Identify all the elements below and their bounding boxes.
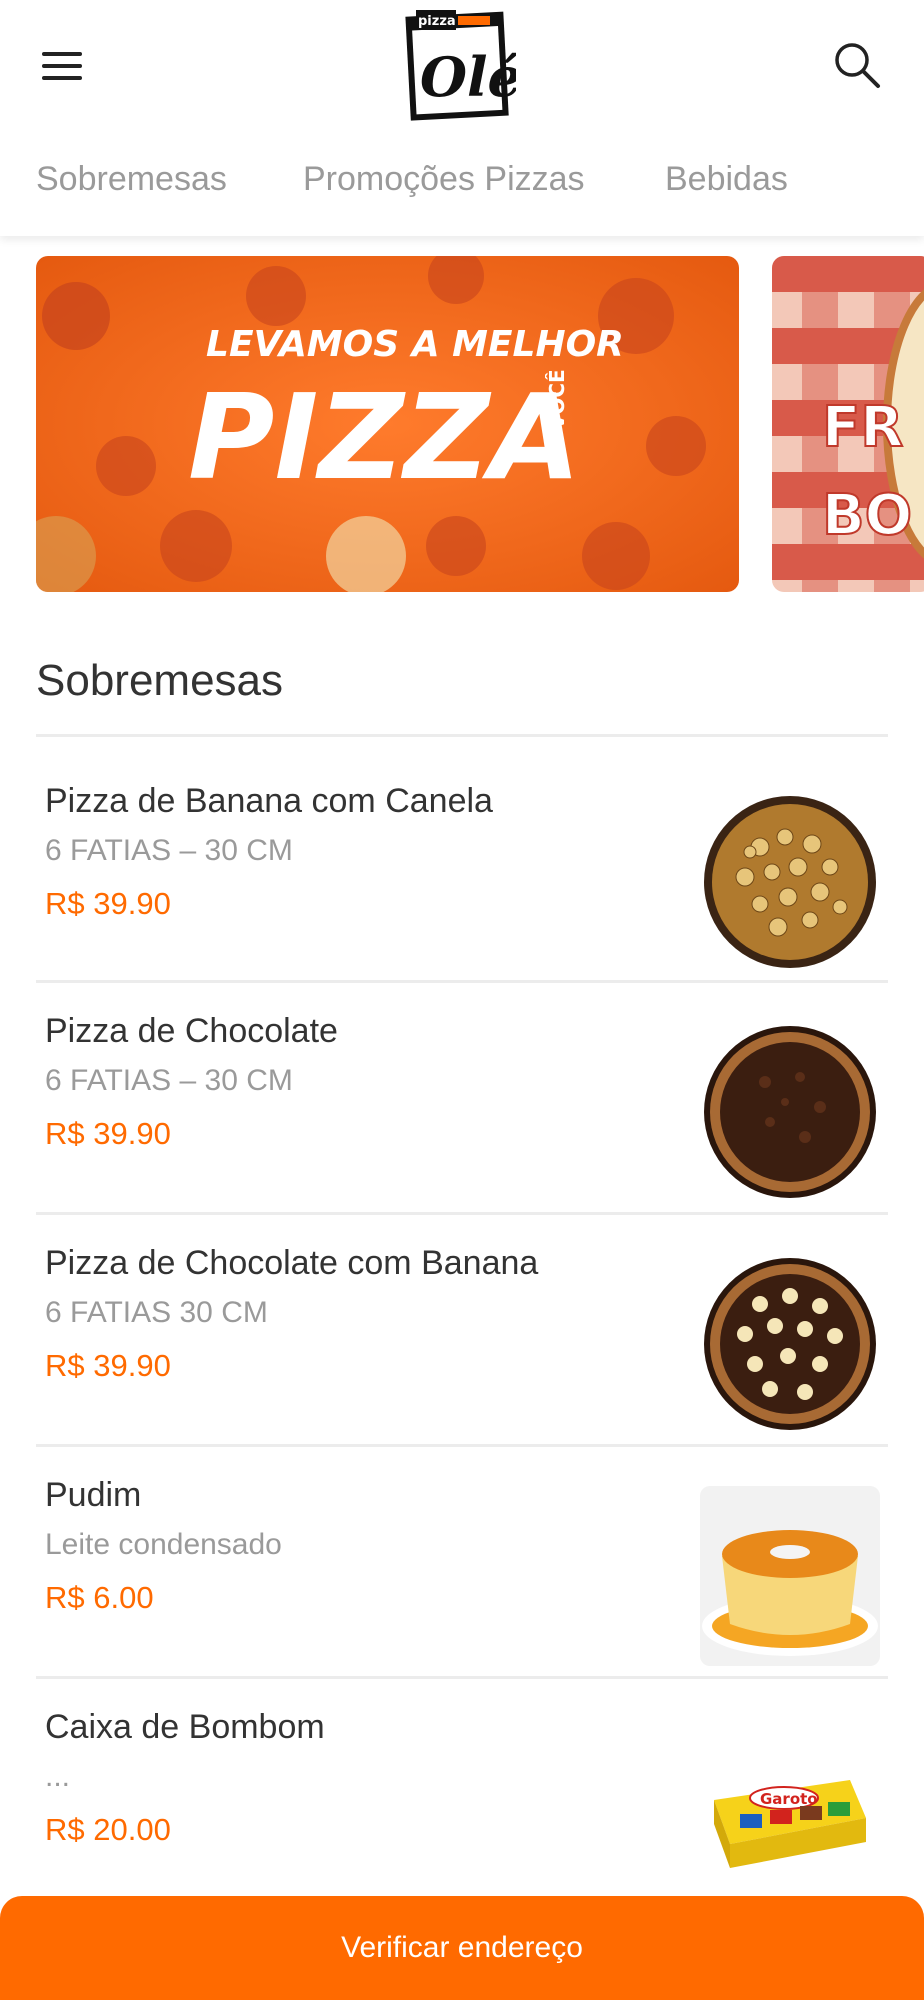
pizza-ole-logo: pizza Olé <box>405 10 516 121</box>
pizza-chocolate-banana-image <box>704 1258 876 1430</box>
item-description: 6 FATIAS – 30 CM <box>45 834 293 867</box>
tab-sobremesas[interactable]: Sobremesas <box>36 160 227 199</box>
item-price: R$ 39.90 <box>45 886 171 921</box>
promo-carousel[interactable]: LEVAMOS A MELHOR PIZZA ATÉ VOCÊ FR BO <box>0 256 924 592</box>
item-name: Pizza de Banana com Canela <box>45 782 493 820</box>
chocolate-box-image: Garoto <box>714 1780 866 1868</box>
app-header: pizza Olé Sobremesas Promoções Pizzas Be… <box>0 0 924 236</box>
item-name: Pizza de Chocolate <box>45 1012 338 1050</box>
item-description: 6 FATIAS 30 CM <box>45 1296 268 1329</box>
item-description: 6 FATIAS – 30 CM <box>45 1064 293 1097</box>
svg-text:FR: FR <box>822 395 903 460</box>
section-title: Sobremesas <box>36 656 284 705</box>
tab-promocoes-pizzas[interactable]: Promoções Pizzas <box>303 160 585 199</box>
promo-banner-second[interactable]: FR BO <box>772 256 924 592</box>
item-price: R$ 20.00 <box>45 1812 171 1847</box>
item-description: Leite condensado <box>45 1528 282 1561</box>
menu-icon[interactable] <box>36 44 88 88</box>
item-price: R$ 39.90 <box>45 1348 171 1383</box>
menu-item-pizza-banana-canela[interactable]: Pizza de Banana com Canela 6 FATIAS – 30… <box>36 752 888 982</box>
category-tabs: Sobremesas Promoções Pizzas Bebidas <box>0 150 924 220</box>
item-price: R$ 6.00 <box>45 1580 154 1615</box>
search-icon[interactable] <box>830 38 884 92</box>
pizza-chocolate-image <box>704 1026 876 1198</box>
item-name: Pizza de Chocolate com Banana <box>45 1244 539 1282</box>
svg-text:Olé: Olé <box>420 45 516 109</box>
svg-text:LEVAMOS A MELHOR: LEVAMOS A MELHOR <box>206 324 624 365</box>
svg-text:ATÉ VOCÊ: ATÉ VOCÊ <box>545 369 569 478</box>
item-description: ... <box>45 1760 71 1793</box>
svg-text:pizza: pizza <box>418 14 456 29</box>
pizza-banana-image <box>704 796 876 968</box>
menu-item-pudim[interactable]: Pudim Leite condensado R$ 6.00 <box>36 1446 888 1676</box>
checkered-banner-image: FR BO <box>772 256 924 592</box>
item-price: R$ 39.90 <box>45 1116 171 1151</box>
pudim-image <box>700 1486 880 1666</box>
menu-item-pizza-chocolate[interactable]: Pizza de Chocolate 6 FATIAS – 30 CM R$ 3… <box>36 982 888 1212</box>
verify-address-button[interactable]: Verificar endereço <box>0 1896 924 2000</box>
pizza-banner-image: LEVAMOS A MELHOR PIZZA ATÉ VOCÊ <box>36 256 739 592</box>
item-name: Pudim <box>45 1476 142 1514</box>
svg-text:Garoto: Garoto <box>760 1790 818 1808</box>
divider <box>36 734 888 737</box>
tab-bebidas[interactable]: Bebidas <box>665 160 788 199</box>
item-name: Caixa de Bombom <box>45 1708 325 1746</box>
menu-item-pizza-chocolate-banana[interactable]: Pizza de Chocolate com Banana 6 FATIAS 3… <box>36 1214 888 1444</box>
svg-text:BO: BO <box>822 483 912 548</box>
svg-text:PIZZA: PIZZA <box>188 368 581 506</box>
promo-banner-pizza[interactable]: LEVAMOS A MELHOR PIZZA ATÉ VOCÊ <box>36 256 739 592</box>
menu-item-caixa-bombom[interactable]: Caixa de Bombom ... R$ 20.00 Garoto <box>36 1678 888 1908</box>
